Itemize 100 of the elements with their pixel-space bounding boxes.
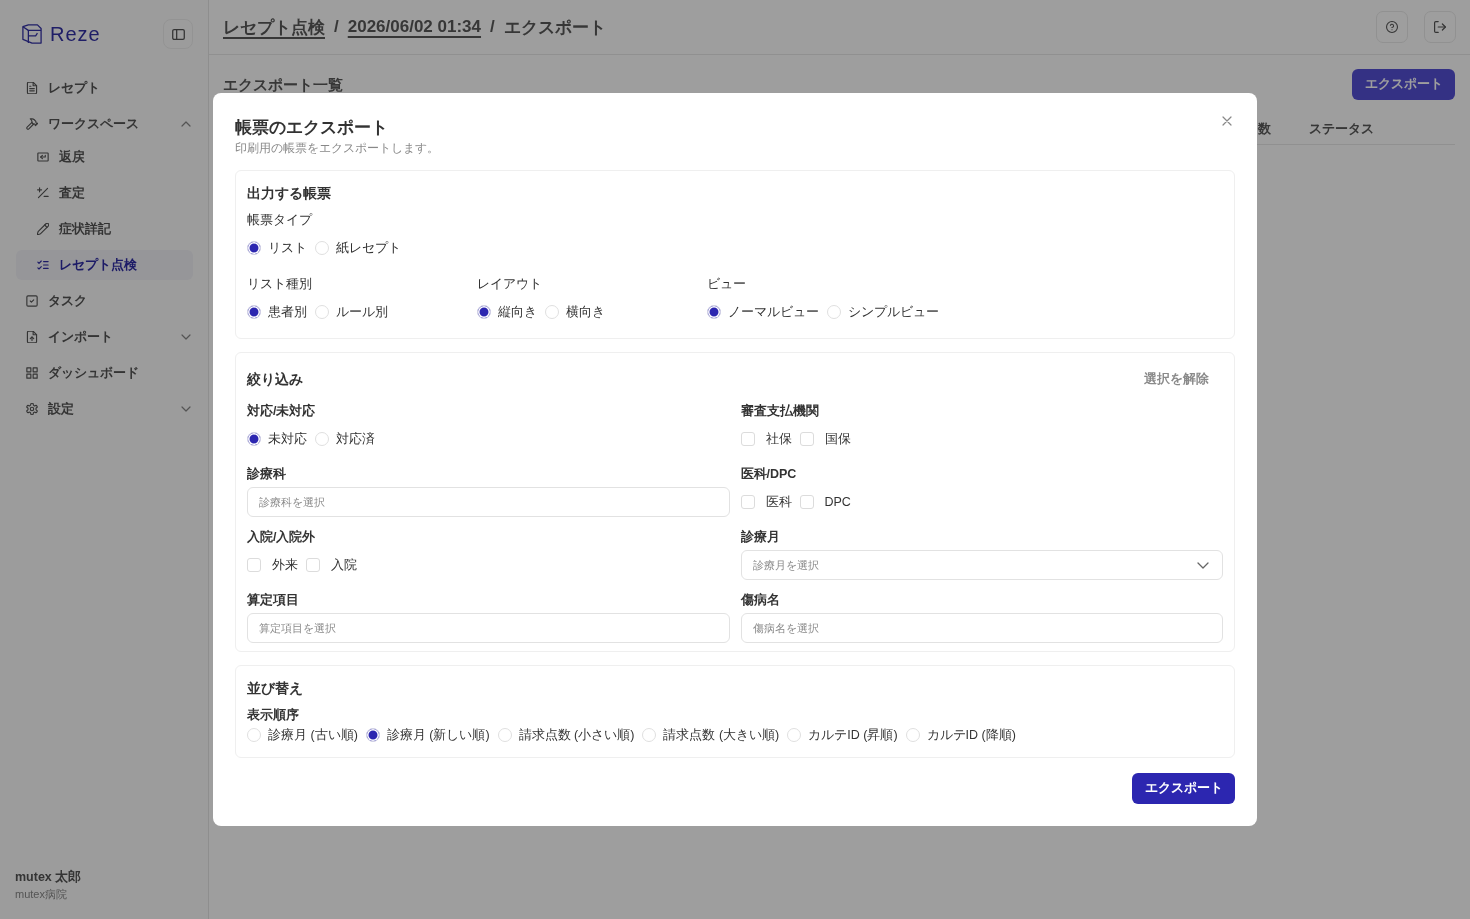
nav-item[interactable]: タスク xyxy=(16,286,193,316)
radio-label[interactable]: ノーマルビュー xyxy=(728,303,819,321)
nav-item[interactable]: インポート xyxy=(16,322,193,352)
radio-button[interactable] xyxy=(315,432,329,446)
radio-button[interactable] xyxy=(247,241,261,255)
help-icon xyxy=(1386,21,1398,33)
field-label: 算定項目 xyxy=(247,592,300,609)
chevron-down-icon[interactable] xyxy=(181,334,191,340)
nav-item[interactable]: ダッシュボード xyxy=(16,358,193,388)
radio-button[interactable] xyxy=(247,432,261,446)
breadcrumb-separator: / xyxy=(490,17,495,37)
column-header: 数 xyxy=(1258,120,1272,138)
chevron-up-icon[interactable] xyxy=(181,121,191,127)
checkbox[interactable] xyxy=(306,558,320,572)
input-field[interactable]: 傷病名を選択 xyxy=(740,613,1223,643)
checkbox-label[interactable]: 国保 xyxy=(824,430,851,448)
return-arrow-icon xyxy=(37,151,49,163)
nav-item[interactable]: レセプト xyxy=(16,73,193,103)
pencil-icon xyxy=(37,223,49,235)
checkbox-label[interactable]: DPC xyxy=(824,495,851,509)
breadcrumb-link[interactable]: レセプト点検 xyxy=(223,15,325,39)
radio-label[interactable]: 対応済 xyxy=(336,430,375,448)
chevron-down-icon[interactable] xyxy=(181,406,191,412)
section-title: 並び替え xyxy=(247,679,303,698)
field-label: リスト種別 xyxy=(247,275,313,293)
breadcrumb-link[interactable]: 2026/06/02 01:34 xyxy=(347,17,482,37)
nav-item[interactable]: レセプト点検 xyxy=(16,250,193,280)
checkbox-label[interactable]: 入院 xyxy=(331,556,357,574)
close-button[interactable] xyxy=(1221,115,1233,127)
radio-button[interactable] xyxy=(477,305,491,319)
checkbox[interactable] xyxy=(247,558,261,572)
chevron-down-icon xyxy=(1197,561,1209,569)
radio-label[interactable]: リスト xyxy=(268,239,307,257)
radio-label[interactable]: 診療月 (古い順) xyxy=(268,726,358,744)
radio-label[interactable]: 縦向き xyxy=(498,303,537,321)
field-label: 傷病名 xyxy=(740,592,781,609)
checkbox-label[interactable]: 社保 xyxy=(765,430,792,448)
file-upload-icon xyxy=(26,331,38,343)
field-label: ビュー xyxy=(707,275,747,293)
radio-button[interactable] xyxy=(642,728,657,742)
radio-button[interactable] xyxy=(315,241,329,255)
breadcrumb-separator: / xyxy=(334,17,339,37)
radio-label[interactable]: カルテID (降順) xyxy=(926,726,1016,744)
close-icon xyxy=(1222,116,1232,126)
radio-label[interactable]: ルール別 xyxy=(336,303,388,321)
radio-button[interactable] xyxy=(247,305,261,319)
grid-icon xyxy=(26,367,38,379)
checkbox[interactable] xyxy=(740,495,755,509)
field-label: 医科/DPC xyxy=(740,466,798,483)
radio-label[interactable]: 診療月 (新しい順) xyxy=(386,726,490,744)
field-label: 帳票タイプ xyxy=(247,211,314,229)
logout-button[interactable] xyxy=(1424,11,1456,43)
input-field[interactable]: 診療科を選択 xyxy=(247,487,730,517)
app-logo: Reze xyxy=(50,22,101,46)
radio-label[interactable]: 患者別 xyxy=(268,303,307,321)
logout-icon xyxy=(1434,21,1446,33)
document-icon xyxy=(26,82,38,94)
radio-label[interactable]: 紙レセプト xyxy=(336,239,401,257)
radio-label[interactable]: シンプルビュー xyxy=(848,303,939,321)
help-button[interactable] xyxy=(1376,11,1408,43)
nav-item[interactable]: 設定 xyxy=(16,394,193,424)
radio-button[interactable] xyxy=(497,728,512,742)
select-field[interactable]: 診療月を選択 xyxy=(740,550,1223,580)
settings-icon xyxy=(26,403,38,415)
radio-button[interactable] xyxy=(707,305,721,319)
checkbox[interactable] xyxy=(799,432,814,446)
radio-label[interactable]: 請求点数 (小さい順) xyxy=(518,726,635,744)
checkbox[interactable] xyxy=(740,432,755,446)
radio-button[interactable] xyxy=(827,305,841,319)
checkbox-label[interactable]: 外来 xyxy=(272,556,298,574)
dialog-description: 印刷用の帳票をエクスポートします。 xyxy=(235,140,439,157)
plus-minus-icon xyxy=(37,187,49,199)
nav-item[interactable]: 返戻 xyxy=(16,142,193,172)
section-title: 絞り込み xyxy=(247,370,303,389)
field-label: 入院/入院外 xyxy=(247,529,317,546)
nav-item[interactable]: 症状詳記 xyxy=(16,214,193,244)
nav-item[interactable]: ワークスペース xyxy=(16,109,193,139)
radio-button[interactable] xyxy=(905,728,920,742)
column-header: ステータス xyxy=(1309,120,1375,138)
field-label: 表示順序 xyxy=(247,707,300,724)
checkbox-label[interactable]: 医科 xyxy=(765,493,792,511)
radio-label[interactable]: カルテID (昇順) xyxy=(808,726,898,744)
export-button[interactable]: エクスポート xyxy=(1352,69,1455,100)
checkbox[interactable] xyxy=(799,495,814,509)
radio-label[interactable]: 横向き xyxy=(566,303,605,321)
nav-item[interactable]: 査定 xyxy=(16,178,193,208)
input-field[interactable]: 算定項目を選択 xyxy=(247,613,730,643)
radio-button[interactable] xyxy=(365,728,380,742)
hammer-icon xyxy=(26,118,38,130)
field-label: 診療月 xyxy=(740,529,781,546)
section-title: 出力する帳票 xyxy=(247,184,331,203)
radio-label[interactable]: 未対応 xyxy=(268,430,307,448)
sidebar-toggle-button[interactable] xyxy=(163,19,193,49)
radio-button[interactable] xyxy=(315,305,329,319)
radio-button[interactable] xyxy=(787,728,802,742)
export-button[interactable]: エクスポート xyxy=(1132,773,1235,804)
radio-button[interactable] xyxy=(247,728,261,742)
radio-button[interactable] xyxy=(545,305,559,319)
field-label: レイアウト xyxy=(477,275,543,293)
radio-label[interactable]: 請求点数 (大きい順) xyxy=(663,726,780,744)
